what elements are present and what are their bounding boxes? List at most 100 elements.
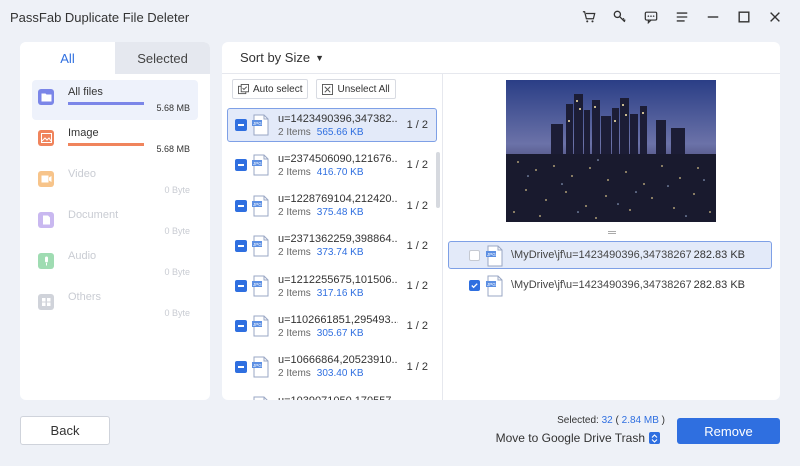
move-to-dropdown[interactable]: Move to Google Drive Trash bbox=[470, 431, 660, 445]
category-label: All files bbox=[68, 86, 103, 98]
group-items: 2 Items bbox=[278, 287, 311, 299]
group-name: u=1039071050,170557... bbox=[278, 395, 398, 400]
group-row[interactable]: JPG u=2374506090,121676... 2 Items 416.70 K… bbox=[227, 148, 437, 182]
image-preview bbox=[506, 80, 716, 222]
group-row[interactable]: JPG u=10666864,20523910... 2 Items 303.40 K… bbox=[227, 350, 437, 384]
category-audio[interactable]: Audio 0 Byte bbox=[32, 244, 198, 284]
group-name: u=2371362259,398864... bbox=[278, 233, 398, 246]
unselect-all-button[interactable]: Unselect All bbox=[316, 79, 396, 99]
category-all-files[interactable]: All files 5.68 MB bbox=[32, 80, 198, 120]
category-bar bbox=[68, 143, 144, 146]
image-icon bbox=[38, 130, 54, 146]
group-name: u=2374506090,121676... bbox=[278, 152, 398, 165]
duplicate-checkbox[interactable] bbox=[469, 279, 480, 291]
group-row[interactable]: JPG u=2371362259,398864... 2 Items 373.74 K… bbox=[227, 229, 437, 263]
svg-text:JPG: JPG bbox=[487, 282, 496, 287]
group-ratio: 1 / 2 bbox=[406, 320, 428, 333]
category-others[interactable]: Others 0 Byte bbox=[32, 285, 198, 325]
group-ratio: 1 / 2 bbox=[406, 199, 428, 212]
selected-prefix: Selected: bbox=[557, 415, 602, 426]
category-bar bbox=[68, 184, 144, 187]
category-bar bbox=[68, 225, 144, 228]
category-label: Video bbox=[68, 168, 96, 180]
group-row[interactable]: JPG u=1102661851,295493... 2 Items 305.67 K… bbox=[227, 309, 437, 343]
group-row[interactable]: JPG u=1423490396,347382... 2 Items 565.66 K… bbox=[227, 108, 437, 142]
duplicate-row[interactable]: JPG \MyDrive\jf\u=1423490396,34738267... 2… bbox=[448, 241, 772, 269]
svg-text:JPG: JPG bbox=[253, 202, 262, 207]
jpg-file-icon: JPG bbox=[251, 154, 271, 176]
list-scrollbar[interactable] bbox=[436, 152, 440, 208]
group-name: u=10666864,20523910... bbox=[278, 354, 398, 367]
group-ratio: 1 / 2 bbox=[406, 280, 428, 293]
category-size: 0 Byte bbox=[164, 267, 190, 277]
group-checkbox[interactable] bbox=[235, 119, 247, 131]
group-items: 2 Items bbox=[278, 368, 311, 380]
group-row[interactable]: JPGu=1039071050,170557...2 Items bbox=[227, 390, 437, 400]
close-icon[interactable] bbox=[759, 0, 790, 34]
category-image[interactable]: Image 5.68 MB bbox=[32, 121, 198, 161]
group-checkbox[interactable] bbox=[235, 239, 247, 252]
group-size: 317.16 KB bbox=[316, 287, 364, 299]
menu-icon[interactable] bbox=[666, 0, 697, 34]
jpg-file-icon: JPG bbox=[485, 245, 503, 267]
window-controls bbox=[573, 0, 790, 34]
svg-text:JPG: JPG bbox=[253, 121, 262, 126]
category-size: 0 Byte bbox=[164, 185, 190, 195]
sort-dropdown[interactable]: Sort by Size ▼ bbox=[222, 42, 780, 74]
group-checkbox[interactable] bbox=[235, 199, 247, 212]
feedback-icon[interactable] bbox=[635, 0, 666, 34]
duplicate-size: 282.83 KB bbox=[693, 279, 745, 291]
category-size: 5.68 MB bbox=[156, 103, 190, 113]
category-document[interactable]: Document 0 Byte bbox=[32, 203, 198, 243]
jpg-file-icon: JPG bbox=[251, 195, 271, 217]
selected-count: 32 bbox=[601, 415, 613, 426]
group-list: Auto select Unselect All JPG u=1423490396… bbox=[222, 74, 443, 400]
unselect-all-label: Unselect All bbox=[337, 83, 390, 95]
group-ratio: 1 / 2 bbox=[406, 119, 428, 131]
category-list: All files 5.68 MB Image 5.68 MB Video 0 Byte D… bbox=[20, 74, 210, 332]
group-row[interactable]: JPG u=1228769104,212420... 2 Items 375.48 K… bbox=[227, 189, 437, 223]
group-checkbox[interactable] bbox=[235, 320, 247, 333]
category-label: Others bbox=[68, 291, 102, 303]
others-icon bbox=[38, 294, 54, 310]
move-to-label: Move to Google Drive Trash bbox=[495, 431, 645, 445]
tab-all[interactable]: All bbox=[20, 42, 115, 74]
splitter-handle[interactable] bbox=[608, 231, 616, 234]
app-title: PassFab Duplicate File Deleter bbox=[10, 9, 190, 25]
group-name: u=1212255675,101506... bbox=[278, 273, 398, 286]
group-row[interactable]: JPG u=1212255675,101506... 2 Items 317.16 K… bbox=[227, 269, 437, 303]
caret-down-icon: ▼ bbox=[315, 52, 325, 63]
sort-label: Sort by Size bbox=[240, 50, 311, 65]
group-size: 303.40 KB bbox=[316, 368, 364, 380]
group-items: 2 Items bbox=[278, 327, 311, 339]
minimize-icon[interactable] bbox=[697, 0, 728, 34]
cart-icon[interactable] bbox=[573, 0, 604, 34]
category-bar bbox=[68, 307, 144, 310]
group-size: 373.74 KB bbox=[316, 247, 364, 259]
selected-size: 2.84 MB bbox=[621, 415, 659, 426]
category-video[interactable]: Video 0 Byte bbox=[32, 162, 198, 202]
auto-select-button[interactable]: Auto select bbox=[232, 79, 309, 99]
tab-selected[interactable]: Selected bbox=[115, 42, 210, 74]
group-checkbox[interactable] bbox=[235, 280, 247, 293]
group-checkbox[interactable] bbox=[235, 360, 247, 373]
maximize-icon[interactable] bbox=[728, 0, 759, 34]
svg-text:JPG: JPG bbox=[253, 161, 262, 166]
group-ratio: 1 / 2 bbox=[406, 239, 428, 252]
group-size: 565.66 KB bbox=[316, 126, 364, 138]
category-tabs: All Selected bbox=[20, 42, 210, 74]
remove-button[interactable]: Remove bbox=[677, 418, 780, 444]
back-button[interactable]: Back bbox=[20, 416, 110, 445]
group-rows: JPG u=1423490396,347382... 2 Items 565.66 K… bbox=[227, 108, 437, 400]
document-icon bbox=[38, 212, 54, 228]
group-name: u=1102661851,295493... bbox=[278, 313, 398, 326]
duplicate-size: 282.83 KB bbox=[693, 249, 745, 261]
duplicate-checkbox[interactable] bbox=[469, 249, 480, 261]
key-icon[interactable] bbox=[604, 0, 635, 34]
group-size: 416.70 KB bbox=[316, 166, 364, 178]
group-checkbox[interactable] bbox=[235, 159, 247, 172]
audio-icon bbox=[38, 253, 54, 269]
updown-arrows-icon bbox=[649, 432, 660, 444]
svg-text:JPG: JPG bbox=[253, 282, 262, 287]
duplicate-row[interactable]: JPG \MyDrive\jf\u=1423490396,34738267... 2… bbox=[448, 271, 772, 299]
